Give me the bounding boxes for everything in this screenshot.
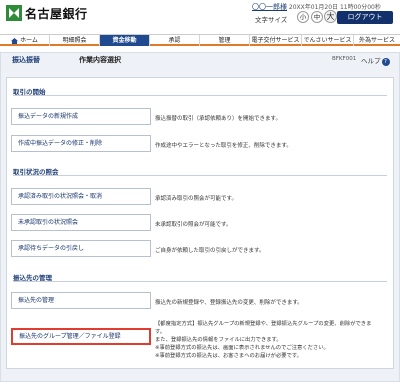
page-id: BFKF001 — [332, 56, 357, 62]
home-icon — [11, 37, 19, 44]
nav-home[interactable]: ホーム — [0, 35, 50, 46]
section-divider — [13, 281, 387, 282]
nav-admin[interactable]: 管理 — [200, 35, 250, 46]
new-transfer-data-button[interactable]: 振込データの新規作成 — [11, 108, 151, 125]
help-link[interactable]: ヘルプ? — [361, 55, 390, 66]
payee-group-file-desc: 【都度指定方式】振込先グループの新規登録や、登録振込先グループの変更、削除ができ… — [155, 320, 371, 360]
global-nav: ホーム 明細照会 資金移動 承認 管理 電子交付サービス でんさいサービス 外為… — [0, 34, 400, 46]
logout-button[interactable]: ログアウト — [337, 11, 393, 24]
page-title: 振込振替 — [12, 56, 40, 64]
page-title-bar: 振込振替 作業内容選択 BFKF001 ヘルプ? — [4, 55, 396, 67]
new-transfer-data-desc: 振込振替の取引（承認依頼あり）を開始できます。 — [155, 116, 281, 122]
font-size-small-button[interactable]: 小 — [297, 11, 309, 23]
desc-line: 【都度指定方式】振込先グループの新規登録や、登録振込先グループの変更、削除ができ… — [155, 321, 372, 327]
question-icon: ? — [381, 58, 390, 66]
page-subtitle: 作業内容選択 — [79, 56, 121, 64]
font-size-label: 文字サイズ — [255, 16, 288, 24]
screen: 名古屋銀行 〇〇一郎様 20XX年01月20日 11時00分00秒 文字サイズ … — [0, 0, 400, 386]
font-size-medium-button[interactable]: 中 — [311, 11, 323, 23]
desc-line: ※事前登録方式の振込先は、画面に表示されませんのでご注意ください。 — [155, 345, 329, 351]
section-divider — [13, 175, 387, 176]
unapproved-status-inquiry-desc: 未承認取引の照会が可能です。 — [155, 222, 232, 228]
nav-e-delivery[interactable]: 電子交付サービス — [250, 35, 302, 46]
nav-fund-transfer[interactable]: 資金移動 — [100, 35, 150, 46]
nav-approval[interactable]: 承認 — [150, 35, 200, 46]
recall-pending-data-button[interactable]: 承認待ちデータの引戻し — [11, 240, 151, 257]
desc-line: ※事前登録方式の振込先は、お客さまへのお届けが必要です。 — [155, 353, 302, 359]
desc-line: す。 — [155, 329, 166, 335]
payee-management-desc: 振込先の新規登録や、登録振込先の変更、削除ができます。 — [155, 300, 303, 306]
brand-name: 名古屋銀行 — [25, 7, 88, 21]
edit-draft-transfer-button[interactable]: 作成中振込データの修正・削除 — [11, 135, 151, 152]
desc-line: また、登録振込先の情報をファイルに出力できます。 — [155, 337, 282, 343]
nav-home-label: ホーム — [20, 37, 38, 44]
recall-pending-data-desc: ご自身が依頼した取引の引戻しができます。 — [155, 248, 265, 254]
last-login: 20XX年01月20日 11時00分00秒 — [288, 4, 381, 11]
nav-forex[interactable]: 外為サービス — [354, 35, 400, 46]
payee-management-button[interactable]: 振込先の管理 — [11, 292, 151, 309]
payee-group-file-button[interactable]: 振込先のグループ管理／ファイル登録 — [11, 328, 151, 345]
nav-densai[interactable]: でんさいサービス — [302, 35, 354, 46]
section-divider — [13, 95, 387, 96]
help-label: ヘルプ — [361, 57, 381, 65]
bank-logo-icon — [6, 5, 22, 21]
font-size-large-button[interactable]: 大 — [324, 10, 337, 23]
unapproved-status-inquiry-button[interactable]: 未承認取引の状況照会 — [11, 214, 151, 231]
header: 名古屋銀行 〇〇一郎様 20XX年01月20日 11時00分00秒 文字サイズ … — [0, 0, 400, 32]
user-name-link[interactable]: 〇〇一郎様 — [252, 3, 287, 11]
approved-status-inquiry-button[interactable]: 承認済み取引の状況照会・取消 — [11, 188, 151, 205]
approved-status-inquiry-desc: 承認済み取引の照会が可能です。 — [155, 196, 237, 202]
nav-statement[interactable]: 明細照会 — [50, 35, 100, 46]
edit-draft-transfer-desc: 作成途中やエラーとなった取引を修正、削除できます。 — [155, 143, 292, 149]
